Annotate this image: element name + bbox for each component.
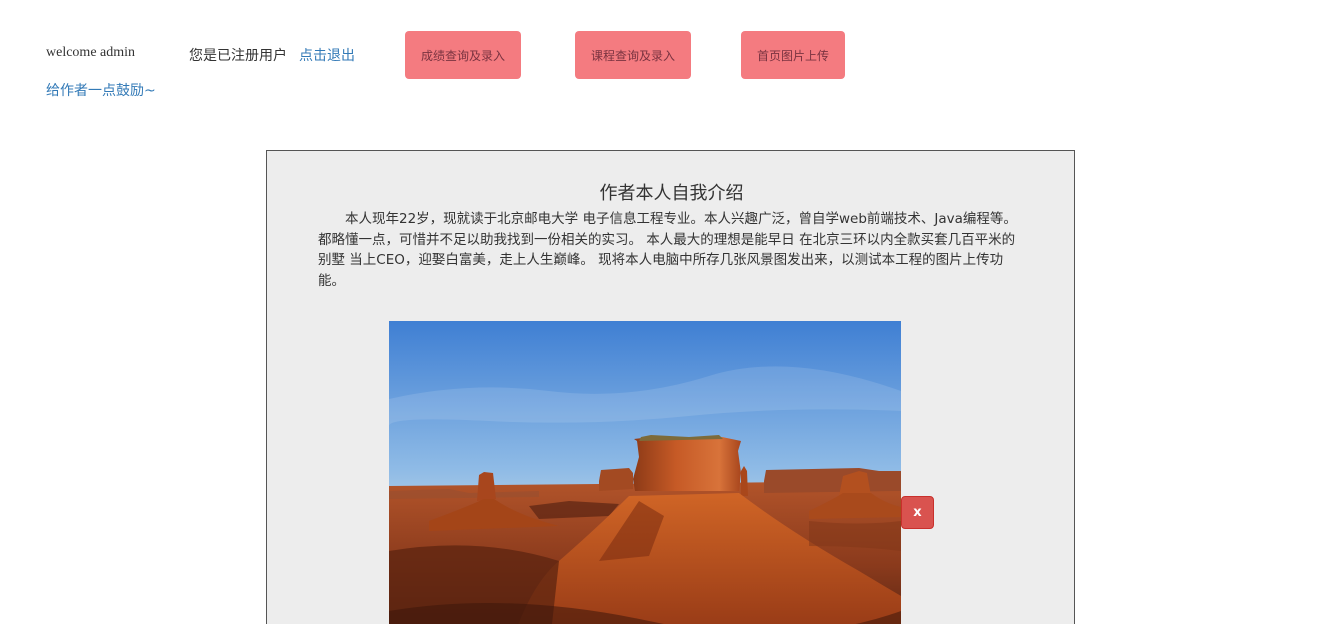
courses-query-button[interactable]: 课程查询及录入	[575, 31, 691, 79]
page: welcome admin 您是已注册用户 点击退出 给作者一点鼓励~ 成绩查询…	[0, 0, 1339, 624]
landscape-image	[389, 321, 901, 624]
self-intro-panel: 作者本人自我介绍 本人现年22岁，现就读于北京邮电大学 电子信息工程专业。本人兴…	[266, 150, 1075, 624]
grades-query-button[interactable]: 成绩查询及录入	[405, 31, 521, 79]
close-image-button[interactable]: x	[901, 496, 934, 529]
panel-title: 作者本人自我介绍	[599, 183, 744, 204]
homepage-image-upload-button[interactable]: 首页图片上传	[741, 31, 845, 79]
registered-user-text: 您是已注册用户	[189, 48, 287, 64]
intro-paragraph: 本人现年22岁，现就读于北京邮电大学 电子信息工程专业。本人兴趣广泛，曾自学we…	[318, 211, 1017, 289]
encourage-author-link[interactable]: 给作者一点鼓励~	[46, 80, 156, 100]
logout-link[interactable]: 点击退出	[299, 45, 355, 65]
welcome-text: welcome admin	[46, 45, 136, 60]
